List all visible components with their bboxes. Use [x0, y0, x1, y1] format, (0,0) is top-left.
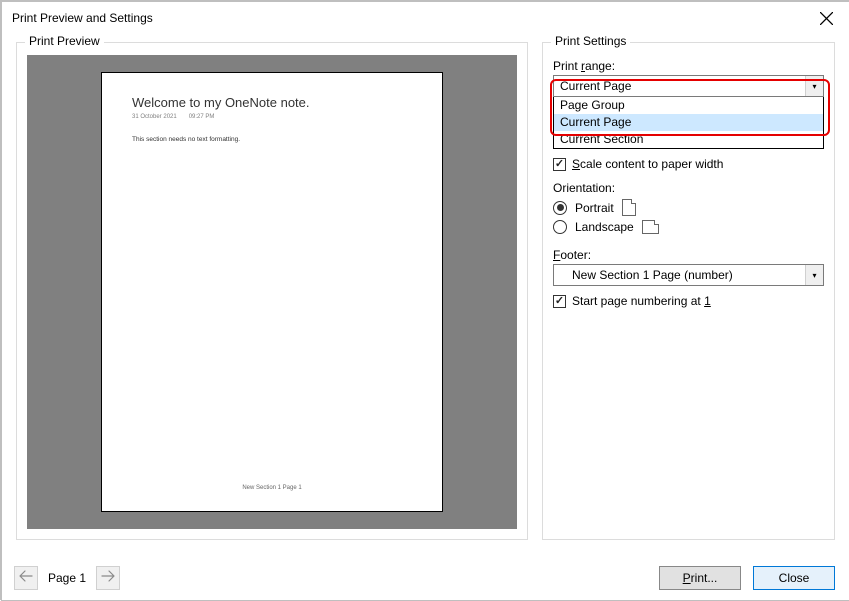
orientation-portrait-label: Portrait	[575, 201, 614, 215]
footer-combo[interactable]: New Section 1 Page (number) ▾	[553, 264, 824, 286]
scale-content-row[interactable]: Scale content to paper width	[553, 157, 824, 171]
close-button[interactable]: Close	[753, 566, 835, 590]
bottom-bar: Page 1 Print... Close	[0, 555, 849, 600]
window-title: Print Preview and Settings	[12, 11, 804, 25]
print-button[interactable]: Print...	[659, 566, 741, 590]
doc-body: This section needs no text formatting.	[132, 136, 412, 485]
arrow-left-icon	[19, 570, 33, 585]
footer-label: Footer:	[553, 248, 824, 262]
doc-date: 31 October 2021	[132, 114, 177, 120]
portrait-page-icon	[622, 199, 636, 216]
page-indicator: Page 1	[48, 571, 86, 585]
doc-title: Welcome to my OneNote note.	[132, 95, 412, 110]
doc-time: 09:27 PM	[189, 114, 215, 120]
print-range-option[interactable]: Current Page	[554, 114, 823, 131]
titlebar: Print Preview and Settings	[2, 2, 849, 34]
chevron-down-icon: ▾	[812, 271, 816, 280]
print-range-dropdown-button[interactable]: ▾	[805, 76, 823, 96]
print-settings-group: Print Settings Print range: Current Page…	[542, 42, 835, 540]
preview-area: Welcome to my OneNote note. 31 October 2…	[27, 55, 517, 529]
start-numbering-checkbox[interactable]	[553, 295, 566, 308]
print-preview-group: Print Preview Welcome to my OneNote note…	[16, 42, 528, 540]
window-close-button[interactable]	[804, 2, 849, 34]
arrow-right-icon	[101, 570, 115, 585]
orientation-landscape-row[interactable]: Landscape	[553, 220, 824, 234]
orientation-label: Orientation:	[553, 181, 824, 195]
print-range-dropdown-list: Page Group Current Page Current Section	[553, 97, 824, 149]
chevron-down-icon: ▾	[812, 82, 816, 91]
print-settings-legend: Print Settings	[551, 34, 630, 48]
scale-content-checkbox[interactable]	[553, 158, 566, 171]
orientation-landscape-radio[interactable]	[553, 220, 567, 234]
footer-dropdown-button[interactable]: ▾	[805, 265, 823, 285]
preview-page: Welcome to my OneNote note. 31 October 2…	[101, 72, 443, 512]
print-range-option[interactable]: Page Group	[554, 97, 823, 114]
print-range-combo[interactable]: Current Page ▾	[553, 75, 824, 97]
prev-page-button[interactable]	[14, 566, 38, 590]
print-range-option[interactable]: Current Section	[554, 131, 823, 148]
print-preview-legend: Print Preview	[25, 34, 104, 48]
doc-footer: New Section 1 Page 1	[132, 485, 412, 491]
doc-meta: 31 October 2021 09:27 PM	[132, 114, 412, 120]
orientation-landscape-label: Landscape	[575, 220, 634, 234]
footer-value: New Section 1 Page (number)	[554, 268, 805, 282]
print-range-label: Print range:	[553, 59, 824, 73]
start-numbering-row[interactable]: Start page numbering at 1	[553, 294, 824, 308]
start-numbering-label: Start page numbering at 1	[572, 294, 711, 308]
scale-content-label: Scale content to paper width	[572, 157, 723, 171]
close-icon	[820, 12, 833, 25]
landscape-page-icon	[642, 220, 659, 234]
orientation-portrait-radio[interactable]	[553, 201, 567, 215]
next-page-button[interactable]	[96, 566, 120, 590]
print-range-value: Current Page	[554, 79, 805, 93]
orientation-portrait-row[interactable]: Portrait	[553, 199, 824, 216]
